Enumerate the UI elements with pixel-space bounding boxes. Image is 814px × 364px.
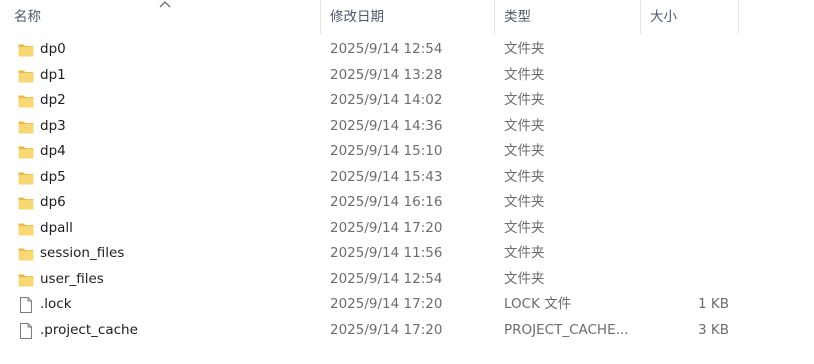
file-row[interactable]: dp2 2025/9/14 14:02 文件夹 — [0, 88, 814, 114]
file-name: user_files — [40, 270, 104, 287]
file-modified-date: 2025/9/14 14:02 — [330, 92, 443, 108]
file-explorer-list: 名称 修改日期 类型 大小 dp0 2025/9/14 12:54 文件夹 dp1 20… — [0, 0, 814, 364]
file-row[interactable]: dp4 2025/9/14 15:10 文件夹 — [0, 139, 814, 165]
file-type: PROJECT_CACHE... — [504, 321, 629, 338]
column-divider[interactable] — [494, 0, 495, 34]
file-icon — [17, 296, 35, 314]
folder-icon — [17, 41, 35, 59]
column-header-bar: 名称 修改日期 类型 大小 — [0, 0, 814, 34]
file-name: dp1 — [40, 66, 66, 83]
file-name: dp3 — [40, 117, 66, 134]
sort-up-chevron-icon — [159, 1, 171, 8]
column-header-modified[interactable]: 修改日期 — [330, 0, 494, 34]
folder-icon — [17, 245, 35, 263]
file-modified-date: 2025/9/14 11:56 — [330, 245, 443, 261]
file-row[interactable]: dpall 2025/9/14 17:20 文件夹 — [0, 216, 814, 242]
file-icon — [17, 322, 35, 340]
file-type: 文件夹 — [504, 92, 545, 108]
file-name: dp6 — [40, 194, 66, 210]
folder-icon — [17, 271, 35, 289]
file-row[interactable]: user_files 2025/9/14 12:54 文件夹 — [0, 267, 814, 293]
file-modified-date: 2025/9/14 17:20 — [330, 296, 443, 312]
file-type: 文件夹 — [504, 219, 545, 236]
file-modified-date: 2025/9/14 13:28 — [330, 66, 443, 83]
file-size: 3 KB — [698, 321, 729, 338]
file-name: dpall — [40, 219, 73, 236]
file-name: dp4 — [40, 143, 66, 159]
file-name: .project_cache — [40, 321, 138, 338]
file-name: dp0 — [40, 41, 66, 57]
file-modified-date: 2025/9/14 12:54 — [330, 41, 443, 57]
file-type: 文件夹 — [504, 117, 545, 134]
column-divider[interactable] — [640, 0, 641, 34]
column-header-name-label: 名称 — [14, 9, 41, 25]
folder-icon — [17, 67, 35, 85]
file-size: 1 KB — [698, 296, 729, 312]
file-modified-date: 2025/9/14 12:54 — [330, 270, 443, 287]
file-name: dp5 — [40, 168, 66, 185]
file-row[interactable]: dp1 2025/9/14 13:28 文件夹 — [0, 63, 814, 89]
file-list: dp0 2025/9/14 12:54 文件夹 dp1 2025/9/14 13:28 文… — [0, 37, 814, 343]
column-header-size[interactable]: 大小 — [650, 0, 738, 34]
column-header-type-label: 类型 — [504, 9, 531, 25]
file-modified-date: 2025/9/14 16:16 — [330, 194, 443, 210]
file-type: 文件夹 — [504, 245, 545, 261]
file-row[interactable]: dp0 2025/9/14 12:54 文件夹 — [0, 37, 814, 63]
file-modified-date: 2025/9/14 17:20 — [330, 219, 443, 236]
file-modified-date: 2025/9/14 17:20 — [330, 321, 443, 338]
file-type: LOCK 文件 — [504, 296, 572, 312]
column-header-type[interactable]: 类型 — [504, 0, 638, 34]
column-divider[interactable] — [320, 0, 321, 34]
file-type: 文件夹 — [504, 143, 545, 159]
folder-icon — [17, 143, 35, 161]
folder-icon — [17, 194, 35, 212]
file-modified-date: 2025/9/14 14:36 — [330, 117, 443, 134]
folder-icon — [17, 92, 35, 110]
file-row[interactable]: .lock 2025/9/14 17:20 LOCK 文件 1 KB — [0, 292, 814, 318]
folder-icon — [17, 220, 35, 238]
folder-icon — [17, 118, 35, 136]
file-name: .lock — [40, 296, 72, 312]
column-header-modified-label: 修改日期 — [330, 9, 384, 25]
file-modified-date: 2025/9/14 15:43 — [330, 168, 443, 185]
column-header-size-label: 大小 — [650, 9, 677, 25]
file-row[interactable]: session_files 2025/9/14 11:56 文件夹 — [0, 241, 814, 267]
file-row[interactable]: dp3 2025/9/14 14:36 文件夹 — [0, 114, 814, 140]
folder-icon — [17, 169, 35, 187]
file-type: 文件夹 — [504, 194, 545, 210]
file-row[interactable]: dp6 2025/9/14 16:16 文件夹 — [0, 190, 814, 216]
file-type: 文件夹 — [504, 66, 545, 83]
file-name: dp2 — [40, 92, 66, 108]
column-divider[interactable] — [738, 0, 739, 34]
file-type: 文件夹 — [504, 41, 545, 57]
file-modified-date: 2025/9/14 15:10 — [330, 143, 443, 159]
file-type: 文件夹 — [504, 270, 545, 287]
file-row[interactable]: dp5 2025/9/14 15:43 文件夹 — [0, 165, 814, 191]
file-name: session_files — [40, 245, 125, 261]
file-type: 文件夹 — [504, 168, 545, 185]
file-row[interactable]: .project_cache 2025/9/14 17:20 PROJECT_CAC… — [0, 318, 814, 344]
